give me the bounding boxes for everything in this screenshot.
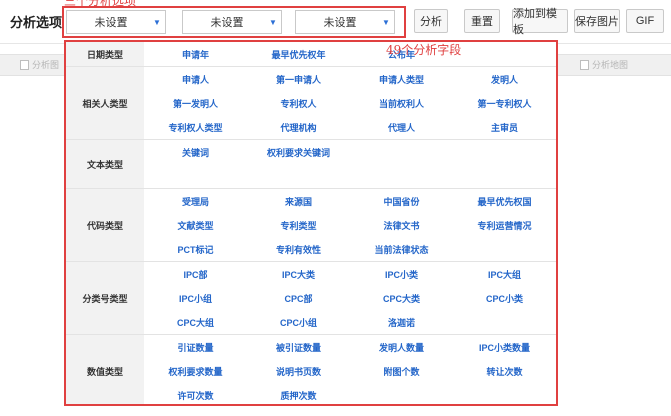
empty-cell [453,383,556,404]
background-tab-label: 分析图 [32,60,60,70]
save-image-button[interactable]: 保存图片 [574,9,620,33]
category-field-grid: 关键词 权利要求关键词 [144,140,556,188]
analysis-field-link[interactable]: 申请人类型 [350,67,453,91]
analysis-field-link[interactable]: 转让次数 [453,359,556,383]
analysis-field-link[interactable]: CPC小组 [247,310,350,334]
options-annotation-label: 三个分析选项 [64,0,137,8]
add-to-template-button[interactable]: 添加到模板 [512,8,568,36]
category-label: 文本类型 [66,140,144,188]
document-icon [20,59,29,70]
empty-cell [453,42,556,66]
category-rows: 日期类型 申请年 最早优先权年 公布年 相关人类型 申请人 第一申请人 申请人类型 发明人第一发… [66,42,556,404]
category-row: 日期类型 申请年 最早优先权年 公布年 [66,42,556,67]
analysis-field-link[interactable]: 专利类型 [247,213,350,237]
category-row: 相关人类型 申请人 第一申请人 申请人类型 发明人第一发明人 专利权人 当前权利人 第一专利权… [66,67,556,140]
empty-cell [144,164,247,188]
analysis-field-link[interactable]: IPC小组 [144,286,247,310]
gif-button[interactable]: GIF [626,9,664,33]
analysis-field-link[interactable]: 当前权利人 [350,91,453,115]
reset-button[interactable]: 重置 [464,9,500,33]
analysis-field-link[interactable]: 质押次数 [247,383,350,404]
background-tab-left: 分析图 [20,58,59,71]
analysis-field-link[interactable]: 附图个数 [350,359,453,383]
analysis-field-link[interactable]: 申请年 [144,42,247,66]
analysis-field-link[interactable]: 被引证数量 [247,335,350,359]
analysis-field-link[interactable]: IPC小类数量 [453,335,556,359]
analysis-field-link[interactable]: 主审员 [453,115,556,139]
analysis-field-link[interactable]: 权利要求数量 [144,359,247,383]
category-label: 数值类型 [66,335,144,404]
analysis-field-link[interactable]: 权利要求关键词 [247,140,350,164]
analysis-field-link[interactable]: 发明人 [453,67,556,91]
analysis-field-link[interactable]: 发明人数量 [350,335,453,359]
analysis-field-link[interactable]: 申请人 [144,67,247,91]
category-label: 分类号类型 [66,262,144,334]
analysis-field-link[interactable]: CPC大组 [144,310,247,334]
analysis-field-link[interactable]: 法律文书 [350,213,453,237]
category-label: 相关人类型 [66,67,144,139]
analysis-field-link[interactable]: 文献类型 [144,213,247,237]
category-row: 分类号类型 IPC部 IPC大类 IPC小类 IPC大组 IPC小组 CPC部 CPC大类 CP… [66,262,556,335]
analysis-field-link[interactable]: 第一申请人 [247,67,350,91]
analysis-field-link[interactable]: 受理局 [144,189,247,213]
category-label: 代码类型 [66,189,144,261]
empty-cell [453,140,556,164]
analysis-field-link[interactable]: 当前法律状态 [350,237,453,261]
category-field-grid: 受理局 来源国 中国省份 最早优先权国文献类型 专利类型 法律文书 专利运营情况 PCT标记专… [144,189,556,261]
options-annotation-box [62,6,406,38]
empty-cell [350,164,453,188]
category-field-grid: 引证数量 被引证数量 发明人数量 IPC小类数量权利要求数量 说明书页数 附图个数 转让次数… [144,335,556,404]
category-label: 日期类型 [66,42,144,66]
toolbar-title: 分析选项 [10,15,63,30]
analysis-field-link[interactable]: 最早优先权国 [453,189,556,213]
analysis-field-link[interactable]: 专利有效性 [247,237,350,261]
category-field-grid: 申请人 第一申请人 申请人类型 发明人第一发明人 专利权人 当前权利人 第一专利权人专利权人… [144,67,556,139]
analysis-field-link[interactable]: IPC部 [144,262,247,286]
analysis-field-link[interactable]: 许可次数 [144,383,247,404]
empty-cell [350,383,453,404]
analysis-field-link[interactable]: 最早优先权年 [247,42,350,66]
analysis-field-link[interactable]: IPC大类 [247,262,350,286]
fields-annotation-label: 49个分析字段 [386,43,462,57]
empty-cell [453,237,556,261]
analysis-field-link[interactable]: CPC大类 [350,286,453,310]
analysis-field-link[interactable]: 中国省份 [350,189,453,213]
analysis-field-link[interactable]: 第一发明人 [144,91,247,115]
analyze-button[interactable]: 分析 [414,9,448,33]
analysis-field-link[interactable]: IPC大组 [453,262,556,286]
category-field-grid: 申请年 最早优先权年 公布年 [144,42,556,66]
analysis-fields-panel: 日期类型 申请年 最早优先权年 公布年 相关人类型 申请人 第一申请人 申请人类型 发明人第一发… [64,40,558,406]
empty-cell [350,140,453,164]
empty-cell [247,164,350,188]
category-row: 数值类型 引证数量 被引证数量 发明人数量 IPC小类数量权利要求数量 说明书页数 附图个数… [66,335,556,404]
analysis-field-link[interactable]: PCT标记 [144,237,247,261]
analysis-field-link[interactable]: 来源国 [247,189,350,213]
analysis-field-link[interactable]: 代理机构 [247,115,350,139]
analysis-field-link[interactable]: 代理人 [350,115,453,139]
background-tab-right: 分析地图 [580,58,628,71]
analysis-field-link[interactable]: CPC小类 [453,286,556,310]
category-row: 文本类型 关键词 权利要求关键词 [66,140,556,189]
analysis-field-link[interactable]: 专利权人类型 [144,115,247,139]
empty-cell [453,164,556,188]
analysis-field-link[interactable]: 专利运营情况 [453,213,556,237]
analysis-field-link[interactable]: 引证数量 [144,335,247,359]
analysis-field-link[interactable]: 第一专利权人 [453,91,556,115]
empty-cell [453,310,556,334]
analysis-field-link[interactable]: 专利权人 [247,91,350,115]
analysis-field-link[interactable]: IPC小类 [350,262,453,286]
analysis-field-link[interactable]: CPC部 [247,286,350,310]
analysis-field-link[interactable]: 说明书页数 [247,359,350,383]
analysis-field-link[interactable]: 关键词 [144,140,247,164]
category-row: 代码类型 受理局 来源国 中国省份 最早优先权国文献类型 专利类型 法律文书 专利运营情况 PC… [66,189,556,262]
background-tab-label: 分析地图 [592,60,629,70]
document-icon [580,59,589,70]
analysis-field-link[interactable]: 洛迦诺 [350,310,453,334]
category-field-grid: IPC部 IPC大类 IPC小类 IPC大组 IPC小组 CPC部 CPC大类 CPC小类 CP… [144,262,556,334]
